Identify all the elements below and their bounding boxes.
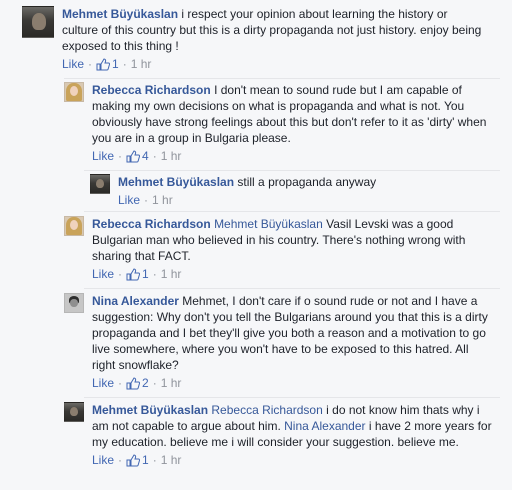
separator: · (118, 149, 123, 163)
comment-time[interactable]: 1 hr (161, 148, 182, 164)
separator: · (122, 57, 127, 71)
comment-time[interactable]: 1 hr (161, 375, 182, 391)
divider (84, 211, 500, 212)
like-count-value: 4 (142, 149, 149, 163)
thumbs-up-icon (126, 149, 141, 162)
comment-actions: Like · 1 hr (118, 193, 498, 207)
comment-body: Mehmet Büyükaslan i respect your opinion… (62, 6, 482, 71)
comment-reply: Rebecca Richardson Mehmet Büyükaslan Vas… (64, 216, 500, 281)
divider (64, 78, 500, 79)
comment-mention[interactable]: Mehmet Büyükaslan (214, 217, 323, 231)
comment-author[interactable]: Rebecca Richardson (92, 217, 211, 231)
avatar[interactable] (64, 402, 84, 422)
comment-reply: Mehmet Büyükaslan Rebecca Richardson i d… (64, 402, 500, 467)
separator: · (152, 453, 157, 467)
comment-author[interactable]: Mehmet Büyükaslan (118, 175, 234, 189)
avatar[interactable] (64, 82, 84, 102)
comment-author[interactable]: Mehmet Büyükaslan (62, 7, 178, 21)
divider (84, 288, 500, 289)
comment-time[interactable]: 1 hr (161, 452, 182, 468)
comment-reply: Mehmet Büyükaslan still a propaganda any… (90, 174, 500, 207)
like-link[interactable]: Like (62, 56, 84, 72)
separator: · (118, 267, 123, 281)
like-link[interactable]: Like (118, 192, 140, 208)
comment-author[interactable]: Mehmet Büyükaslan (92, 403, 208, 417)
like-link[interactable]: Like (92, 452, 114, 468)
comment-author[interactable]: Nina Alexander (92, 294, 179, 308)
thumbs-up-icon (126, 453, 141, 466)
like-link[interactable]: Like (92, 375, 114, 391)
comment-actions: Like · 1 · 1 hr (62, 57, 482, 71)
comment-body: Nina Alexander Mehmet, I don't care if o… (92, 293, 494, 390)
separator: · (152, 267, 157, 281)
divider (84, 397, 500, 398)
comment-body: Rebecca Richardson I don't mean to sound… (92, 82, 494, 163)
like-count[interactable]: 2 (126, 375, 149, 391)
comment-reply: Rebecca Richardson I don't mean to sound… (64, 82, 500, 163)
like-count[interactable]: 1 (126, 452, 149, 468)
separator: · (144, 193, 149, 207)
comment-body: Mehmet Büyükaslan Rebecca Richardson i d… (92, 402, 494, 467)
comment-actions: Like · 1 · 1 hr (92, 453, 494, 467)
thumbs-up-icon (96, 57, 111, 70)
like-count-value: 2 (142, 376, 149, 390)
comment-mention[interactable]: Rebecca Richardson (211, 403, 322, 417)
comment-author[interactable]: Rebecca Richardson (92, 83, 211, 97)
like-link[interactable]: Like (92, 266, 114, 282)
comment-time[interactable]: 1 hr (131, 56, 152, 72)
comment-thread: Mehmet Büyükaslan i respect your opinion… (0, 0, 512, 490)
comment: Mehmet Büyükaslan i respect your opinion… (22, 6, 492, 71)
thumbs-up-icon (126, 267, 141, 280)
separator: · (118, 453, 123, 467)
comment-mention[interactable]: Nina Alexander (284, 419, 365, 433)
like-count-value: 1 (142, 453, 149, 467)
avatar[interactable] (90, 174, 110, 194)
comment-body: Mehmet Büyükaslan still a propaganda any… (118, 174, 498, 207)
separator: · (152, 376, 157, 390)
like-link[interactable]: Like (92, 148, 114, 164)
comment-actions: Like · 2 · 1 hr (92, 376, 494, 390)
like-count-value: 1 (112, 57, 119, 71)
thumbs-up-icon (126, 376, 141, 389)
avatar[interactable] (22, 6, 54, 38)
separator: · (118, 376, 123, 390)
separator: · (88, 57, 93, 71)
like-count[interactable]: 1 (126, 266, 149, 282)
comment-body: Rebecca Richardson Mehmet Büyükaslan Vas… (92, 216, 494, 281)
comment-time[interactable]: 1 hr (152, 192, 173, 208)
avatar[interactable] (64, 216, 84, 236)
like-count[interactable]: 1 (96, 56, 119, 72)
like-count[interactable]: 4 (126, 148, 149, 164)
comment-text: still a propaganda anyway (237, 175, 377, 189)
comment-actions: Like · 1 · 1 hr (92, 267, 494, 281)
comment-actions: Like · 4 · 1 hr (92, 149, 494, 163)
separator: · (152, 149, 157, 163)
comment-reply: Nina Alexander Mehmet, I don't care if o… (64, 293, 500, 390)
comment-time[interactable]: 1 hr (161, 266, 182, 282)
divider (84, 170, 500, 171)
avatar[interactable] (64, 293, 84, 313)
like-count-value: 1 (142, 267, 149, 281)
